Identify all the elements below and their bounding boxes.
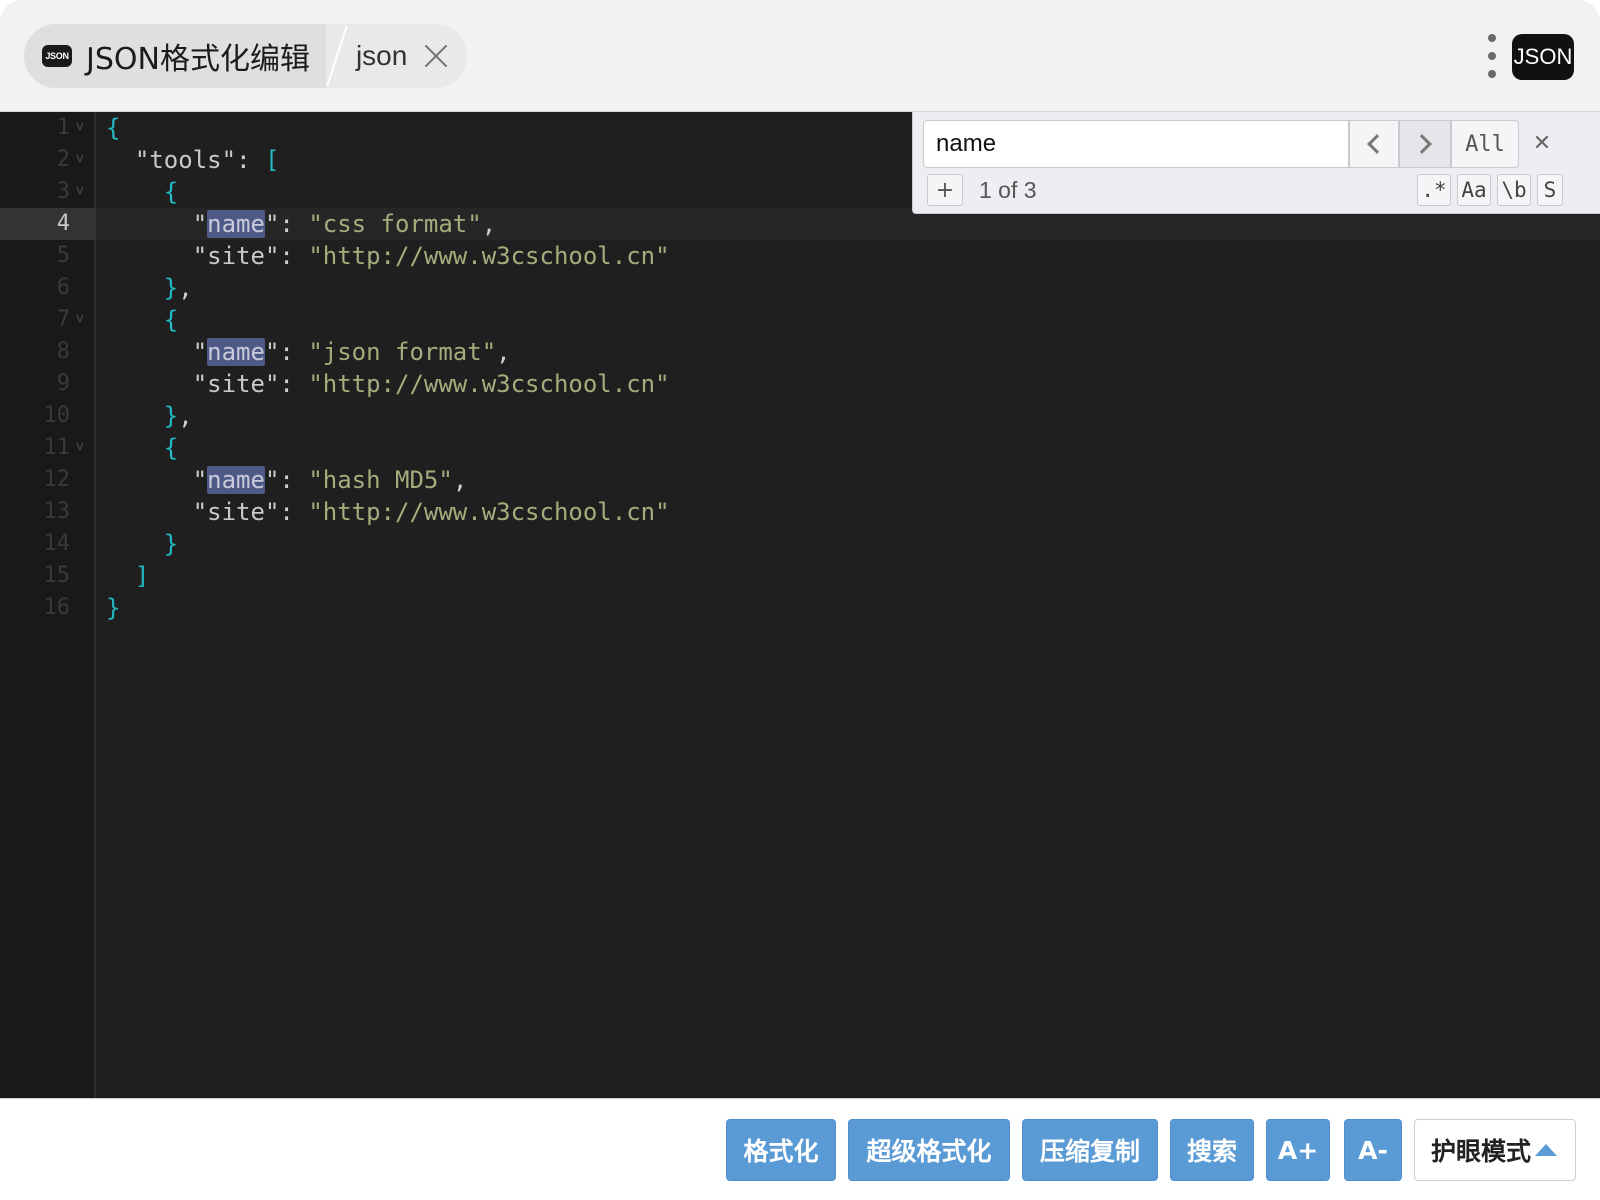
code-line: } xyxy=(163,530,179,558)
line-number: 10 xyxy=(43,403,71,428)
format-button[interactable]: 格式化 xyxy=(726,1119,836,1181)
app-window: JSON JSON格式化编辑 json JSON 1 2 3 4 5 6 7 8… xyxy=(0,0,1600,1200)
json-key: "site" xyxy=(192,370,280,398)
json-key: "site" xyxy=(192,498,280,526)
fold-chevron-icon[interactable]: v xyxy=(76,144,90,176)
subtab-label: json xyxy=(355,40,408,71)
line-number: 8 xyxy=(56,339,70,364)
json-string-value: "http://www.w3cschool.cn" xyxy=(308,242,670,270)
find-previous-button[interactable] xyxy=(1349,120,1399,168)
search-match-highlight: name xyxy=(207,210,265,238)
toggle-replace-button[interactable]: + xyxy=(927,174,963,206)
search-input[interactable] xyxy=(923,120,1349,168)
breadcrumb-separator xyxy=(325,24,348,88)
eye-care-mode-label: 护眼模式 xyxy=(1431,1137,1532,1166)
search-match-highlight: name xyxy=(207,466,265,494)
fold-chevron-icon[interactable]: v xyxy=(76,304,90,336)
line-number: 6 xyxy=(56,275,70,300)
close-search-icon[interactable]: ✕ xyxy=(1529,130,1555,158)
find-next-button[interactable] xyxy=(1399,120,1451,168)
compress-copy-button[interactable]: 压缩复制 xyxy=(1022,1119,1158,1181)
json-app-icon[interactable]: JSON xyxy=(1512,34,1574,80)
line-number-active: 4 xyxy=(56,211,70,236)
line-number: 2 xyxy=(56,147,70,172)
match-counter: 1 of 3 xyxy=(979,177,1037,203)
tab-json[interactable]: json xyxy=(347,24,468,88)
line-number: 5 xyxy=(56,243,70,268)
search-panel: All ✕ + 1 of 3 .* Aa \b S xyxy=(912,112,1600,214)
line-number: 1 xyxy=(56,115,70,140)
code-line: }, xyxy=(163,402,193,430)
code-line: ] xyxy=(134,562,150,590)
tab-group: JSON JSON格式化编辑 json xyxy=(24,24,468,88)
fold-chevron-icon[interactable]: v xyxy=(76,176,90,208)
font-increase-button[interactable]: A+ xyxy=(1266,1119,1330,1181)
json-string-value: "http://www.w3cschool.cn" xyxy=(308,498,670,526)
fold-chevron-icon[interactable]: v xyxy=(76,112,90,144)
code-line: "site": "http://www.w3cschool.cn" xyxy=(192,370,670,398)
json-string-value: "css format" xyxy=(308,210,482,238)
code-line: "name": "hash MD5", xyxy=(192,466,468,494)
chevron-right-icon xyxy=(1412,134,1432,154)
code-line: "name": "json format", xyxy=(192,338,511,366)
code-editor[interactable]: 1 2 3 4 5 6 7 8 9 10 11 12 13 14 15 16 v… xyxy=(0,112,1600,1098)
code-line: "name": "css format", xyxy=(192,210,497,238)
json-string-value: "json format" xyxy=(308,338,497,366)
line-number: 12 xyxy=(43,467,71,492)
line-number: 11 xyxy=(43,435,71,460)
code-line: }, xyxy=(163,274,193,302)
code-line: "site": "http://www.w3cschool.cn" xyxy=(192,498,670,526)
json-string-value: "hash MD5" xyxy=(308,466,453,494)
chevron-left-icon xyxy=(1367,134,1387,154)
line-number: 13 xyxy=(43,499,71,524)
bottom-toolbar: 格式化 超级格式化 压缩复制 搜索 A+ A- 护眼模式 xyxy=(0,1098,1600,1200)
whole-word-toggle[interactable]: \b xyxy=(1497,174,1531,206)
search-in-selection-toggle[interactable]: S xyxy=(1537,174,1563,206)
fold-chevron-icon[interactable]: v xyxy=(76,432,90,464)
code-line: { xyxy=(106,114,121,142)
regex-toggle[interactable]: .* xyxy=(1417,174,1451,206)
line-number: 14 xyxy=(43,531,71,556)
more-menu-icon[interactable] xyxy=(1484,34,1500,78)
code-line: } xyxy=(106,594,121,622)
tab-title: JSON格式化编辑 xyxy=(86,42,310,77)
super-format-button[interactable]: 超级格式化 xyxy=(848,1119,1010,1181)
line-number: 7 xyxy=(56,307,70,332)
code-line: { xyxy=(163,434,179,462)
json-string-value: "http://www.w3cschool.cn" xyxy=(308,370,670,398)
line-number: 3 xyxy=(56,179,70,204)
line-number: 15 xyxy=(43,563,71,588)
code-line: "site": "http://www.w3cschool.cn" xyxy=(192,242,670,270)
line-number: 9 xyxy=(56,371,70,396)
case-sensitive-toggle[interactable]: Aa xyxy=(1457,174,1491,206)
json-key: "tools" xyxy=(134,146,237,174)
close-icon[interactable] xyxy=(423,43,449,69)
font-decrease-button[interactable]: A- xyxy=(1344,1119,1402,1181)
json-logo-icon: JSON xyxy=(42,45,72,67)
code-line: "tools": [ xyxy=(134,146,280,174)
top-bar: JSON JSON格式化编辑 json JSON xyxy=(0,0,1600,112)
caret-up-icon xyxy=(1535,1144,1557,1156)
find-all-button[interactable]: All xyxy=(1451,120,1519,168)
search-match-highlight: name xyxy=(207,338,265,366)
code-line: { xyxy=(163,178,179,206)
line-number: 16 xyxy=(43,595,71,620)
code-line: { xyxy=(163,306,179,334)
eye-care-mode-dropdown[interactable]: 护眼模式 xyxy=(1414,1119,1576,1181)
json-key: "site" xyxy=(192,242,280,270)
tab-json-editor[interactable]: JSON JSON格式化编辑 xyxy=(24,24,326,88)
search-button[interactable]: 搜索 xyxy=(1170,1119,1254,1181)
